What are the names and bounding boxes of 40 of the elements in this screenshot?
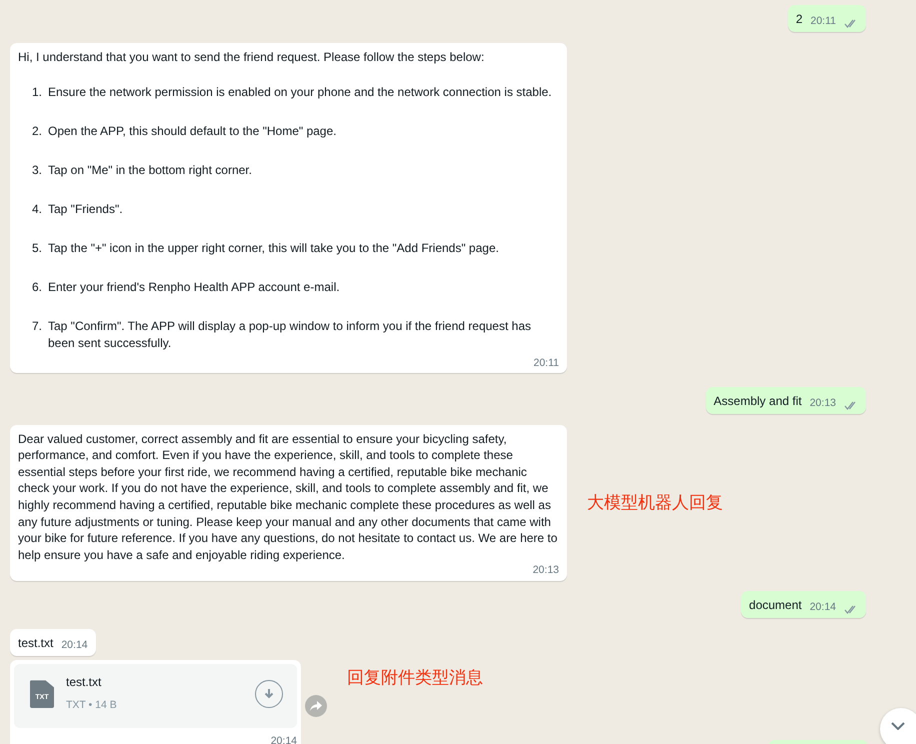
step-number: 1. [32, 84, 44, 101]
file-name: test.txt [66, 674, 102, 692]
double-check-icon [844, 605, 858, 614]
step-number: 4. [32, 200, 44, 218]
message-text: document [749, 597, 802, 614]
file-meta: TXT • 14 B [66, 698, 118, 714]
message-text: test.txt [18, 635, 54, 652]
message-time: 20:11 [534, 356, 559, 370]
message-time: 20:14 [810, 600, 836, 614]
download-button[interactable] [255, 680, 283, 708]
step-text: Tap "Friends". [48, 200, 123, 218]
double-check-icon [844, 19, 858, 28]
step-text: Tap on "Me" in the bottom right corner. [48, 162, 252, 179]
annotation-text: 大模型机器人回复 [587, 492, 723, 514]
annotation-text: 回复附件类型消息 [347, 667, 483, 690]
step-number: 7. [32, 318, 44, 335]
message-time: 20:11 [810, 14, 836, 28]
step-number: 5. [32, 240, 44, 257]
forward-button[interactable] [305, 694, 327, 717]
step-text: Open the APP, this should default to the "Home" page. [48, 122, 336, 140]
message-time: 20:13 [810, 396, 836, 410]
message-text: Assembly and fit [714, 392, 802, 410]
message-text: 2 [796, 11, 802, 28]
message-time: 20:14 [61, 638, 88, 652]
scroll-down-button[interactable] [880, 708, 916, 744]
double-check-icon [844, 400, 858, 410]
step-text: Enter your friend's Renpho Health APP account e-mail. [48, 278, 340, 296]
download-icon [263, 688, 275, 701]
message-text: Hi, I understand that you want to send the friend request. Please follow the steps below: [18, 49, 486, 66]
step-text: Tap "Confirm". The APP will display a pop-up window to inform you if the friend request has been sent successfully. [48, 318, 532, 352]
step-number: 2. [32, 122, 44, 140]
forward-icon [310, 700, 322, 711]
message-time: 20:13 [532, 563, 559, 578]
step-number: 3. [32, 162, 44, 179]
message-time: 20:14 [270, 734, 297, 744]
chevron-down-icon [891, 722, 905, 730]
step-number: 6. [32, 278, 44, 296]
step-text: Tap the "+" icon in the upper right corner, this will take you to the "Add Friends" page. [48, 240, 499, 257]
step-text: Ensure the network permission is enabled on your phone and the network connection is stable. [48, 84, 552, 101]
message-text: Dear valued customer, correct assembly and fit are essential to ensure your bicycling safety, performance, and comfort. Even if you have the experience, skill, and tools to complete these essential steps before your first ride, we recommend having a certified, reputable bike mechanic check your work. If you do not have the experience, skill, and tools to complete assembly and fit, we highly recommend having a certified, reputable bike mechanic complete these procedures as well as any future adjustments or tuning. Please keep your manual and any other documents that came with your bike for future reference. If you have any questions, do not hesitate to contact us. We are here to help ensure you have a safe and enjoyable riding experience. [18, 430, 558, 564]
